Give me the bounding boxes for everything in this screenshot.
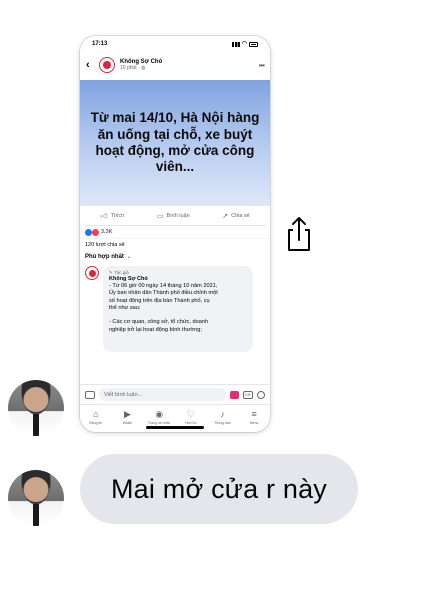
watch-icon: ▶: [124, 409, 131, 419]
back-icon[interactable]: ‹: [86, 59, 94, 71]
comment-button[interactable]: ▭ Bình luận: [157, 212, 190, 220]
comment-line: Ủy ban nhân dân Thành phố điều chỉnh một: [109, 290, 218, 297]
message-bubble[interactable]: Mai mở cửa r này: [80, 454, 358, 524]
share-count[interactable]: 120 lượt chia sẻ: [80, 238, 270, 250]
bell-icon: ♪: [220, 409, 225, 419]
tab-profile[interactable]: ◉ Trang cá nhân: [146, 409, 172, 425]
pencil-icon: ✎: [109, 270, 113, 275]
smile-icon[interactable]: [257, 390, 265, 399]
home-icon: ⌂: [93, 409, 99, 419]
post-image-text: Từ mai 14/10, Hà Nội hàng ăn uống tại ch…: [90, 110, 260, 175]
chevron-down-icon: ⌄: [126, 254, 132, 260]
tab-dating[interactable]: ♡ Hẹn hò: [178, 409, 204, 425]
status-time: 17:13: [92, 41, 108, 47]
shared-screenshot[interactable]: 17:13 ◠ ‹ Không Sợ Chó 10 phút · ◍ ••• T…: [80, 36, 270, 432]
sticker-icon[interactable]: [230, 390, 239, 399]
post-time: 10 phút · ◍: [120, 64, 146, 71]
comment-avatar[interactable]: [85, 266, 99, 280]
more-icon[interactable]: •••: [259, 61, 265, 70]
profile-icon: ◉: [155, 409, 164, 419]
page-avatar[interactable]: [99, 57, 115, 73]
share-arrow-icon: ↗: [222, 212, 229, 220]
post-image[interactable]: Từ mai 14/10, Hà Nội hàng ăn uống tại ch…: [80, 80, 270, 206]
sender-avatar[interactable]: [8, 380, 64, 436]
tab-home[interactable]: ⌂ Bảng tin: [83, 409, 109, 425]
thumbs-up-icon: 👍︎: [100, 213, 108, 220]
love-reaction-icon: [92, 228, 99, 236]
reaction-summary[interactable]: 3,3K: [80, 226, 270, 238]
comment-author: Không Sợ Chó: [109, 275, 148, 282]
status-bar: 17:13 ◠: [80, 36, 270, 52]
reaction-count: 3,3K: [101, 229, 113, 235]
comment-line: nghiệp trở lại hoạt động bình thường;: [109, 326, 202, 333]
comment-bubble[interactable]: ✎ Tác giả Không Sợ Chó - Từ 06 giờ 00 ng…: [103, 266, 253, 352]
like-button[interactable]: 👍︎ Thích: [100, 211, 124, 221]
globe-icon: ◍: [141, 64, 146, 71]
home-indicator: [146, 426, 204, 429]
comment-line: thể như sau:: [109, 304, 141, 311]
dating-icon: ♡: [186, 409, 195, 419]
signal-icon: [231, 41, 240, 47]
post-actions: 👍︎ Thích ▭ Bình luận ↗ Chia sẻ: [84, 206, 266, 226]
tab-watch[interactable]: ▶ Watch: [114, 409, 140, 425]
battery-icon: [249, 41, 258, 47]
comment-sort[interactable]: Phù hợp nhất ⌄: [80, 250, 270, 264]
wifi-icon: ◠: [241, 41, 247, 47]
comment-line: - Các cơ quan, công sở, tổ chức, doanh: [109, 319, 209, 326]
share-button[interactable]: ↗ Chia sẻ: [222, 212, 250, 220]
comment-icon: ▭: [156, 212, 164, 220]
tab-menu[interactable]: ≡ Menu: [241, 409, 267, 425]
gif-icon[interactable]: GIF: [243, 390, 253, 399]
tab-notifications[interactable]: ♪ Thông báo: [209, 409, 235, 425]
comment-composer: Viết bình luận... GIF: [80, 384, 270, 404]
post-header: ‹ Không Sợ Chó 10 phút · ◍ •••: [80, 52, 270, 78]
menu-icon: ≡: [251, 409, 257, 419]
comment-line: số hoạt động trên địa bàn Thành phố, cụ: [109, 297, 210, 304]
comment-input[interactable]: Viết bình luận...: [99, 388, 226, 401]
comment-item: ✎ Tác giả Không Sợ Chó - Từ 06 giờ 00 ng…: [80, 264, 270, 354]
sender-avatar[interactable]: [8, 470, 64, 526]
camera-icon[interactable]: [85, 390, 95, 399]
share-icon[interactable]: [285, 216, 313, 252]
like-reaction-icon: [85, 228, 92, 236]
